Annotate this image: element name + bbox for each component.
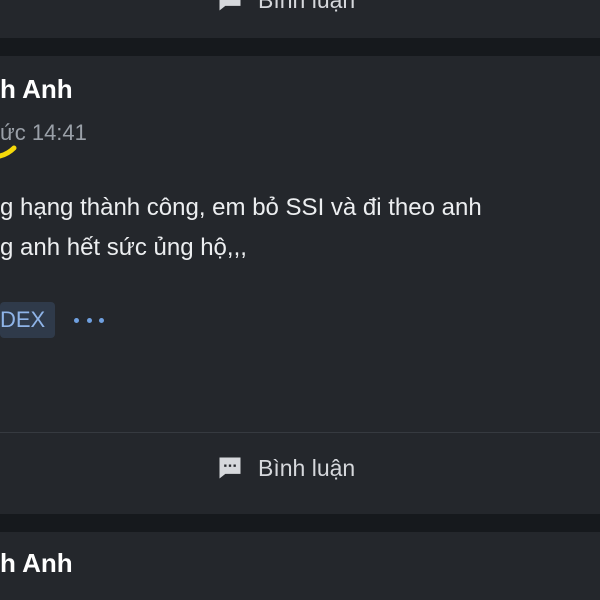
ticker-tag[interactable]: DEX <box>0 302 56 338</box>
post-body-line: g hạng thành công, em bỏ SSI và đi theo … <box>0 194 482 221</box>
post-card: h Anh ức 14:41 g hạng thành công, em bỏ … <box>0 56 600 514</box>
comment-icon <box>219 0 241 11</box>
author-name[interactable]: h Anh <box>0 74 73 105</box>
more-options-button[interactable] <box>74 306 104 334</box>
divider <box>0 432 600 433</box>
feed: Bình luận h Anh ức 14:41 g hạng thành cô… <box>0 0 600 600</box>
more-horizontal-icon <box>99 317 104 323</box>
next-post-card: h Anh <box>0 532 600 600</box>
previous-post-card: Bình luận <box>0 0 600 38</box>
post-body: g hạng thành công, em bỏ SSI và đi theo … <box>0 188 600 268</box>
more-horizontal-icon <box>74 317 79 323</box>
comment-label: Bình luận <box>258 454 356 481</box>
more-horizontal-icon <box>86 317 92 323</box>
yellow-highlight-mark <box>0 145 17 159</box>
post-body-line: g anh hết sức ủng hộ,,, <box>0 234 247 261</box>
comment-icon <box>219 457 241 479</box>
comment-label: Bình luận <box>258 0 355 14</box>
comment-button[interactable]: Bình luận <box>216 454 355 482</box>
comment-button[interactable]: Bình luận <box>216 0 355 14</box>
post-timestamp[interactable]: ức 14:41 <box>0 120 87 146</box>
author-name[interactable]: h Anh <box>0 548 73 579</box>
